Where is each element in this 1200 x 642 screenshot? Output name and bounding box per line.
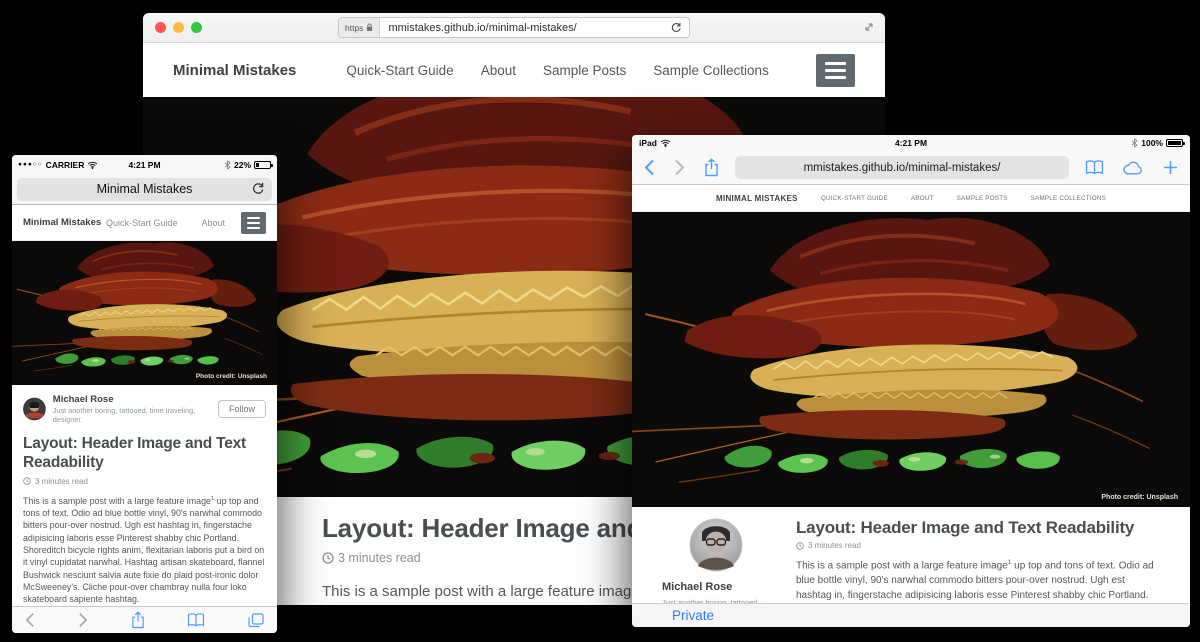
photo-credit-badge: Photo credit: Unsplash [1096, 493, 1183, 502]
nav-quick-start-guide[interactable]: Quick-Start Guide [346, 63, 453, 78]
post-paragraph: This is a sample post with a large featu… [796, 558, 1156, 603]
battery-icon [254, 161, 271, 169]
post-title: Layout: Header Image and Text Readabilit… [796, 518, 1156, 538]
site-brand-link[interactable]: MINIMAL MISTAKES [716, 194, 798, 203]
reload-icon[interactable] [671, 22, 682, 33]
share-icon[interactable] [131, 611, 145, 629]
ipad-toolbar: mmistakes.github.io/minimal-mistakes/ [632, 151, 1190, 185]
iphone-post-content: Michael Rose Just another boring, tattoo… [12, 385, 277, 606]
fullscreen-icon[interactable] [863, 21, 875, 33]
ipad-status-bar: iPad 4:21 PM 100% [632, 135, 1190, 151]
ipad-safari-window: iPad 4:21 PM 100% mmistakes.github.io/mi… [632, 135, 1190, 627]
iphone-url-row: Minimal Mistakes [12, 174, 277, 205]
iphone-safari-window: ●●●○○ CARRIER 4:21 PM 22% Minimal Mistak… [12, 155, 277, 633]
site-brand-link[interactable]: Minimal Mistakes [23, 217, 101, 228]
read-time: 3 minutes read [23, 477, 266, 486]
feature-image: Photo credit: Unsplash [632, 212, 1190, 507]
status-time: 4:21 PM [632, 138, 1190, 148]
ipad-site-nav: MINIMAL MISTAKES QUICK-START GUIDE ABOUT… [632, 185, 1190, 212]
desktop-browser-chrome: https mmistakes.github.io/minimal-mistak… [143, 13, 885, 43]
bluetooth-icon [1131, 138, 1138, 148]
nav-about[interactable]: About [481, 63, 516, 78]
forward-button[interactable] [78, 612, 88, 628]
avatar [689, 518, 743, 572]
wifi-icon [87, 161, 98, 169]
ipad-post-content: Michael Rose Just another boring, tattoo… [632, 507, 1190, 603]
bookmarks-icon[interactable] [1085, 160, 1104, 175]
iphone-bottom-toolbar [12, 606, 277, 633]
nav-sample-collections[interactable]: SAMPLE COLLECTIONS [1031, 195, 1106, 202]
nav-quick-start-guide[interactable]: QUICK-START GUIDE [821, 195, 888, 202]
close-window-button[interactable] [155, 22, 166, 33]
iphone-site-nav: Minimal Mistakes Quick-Start Guide About [12, 205, 277, 241]
private-browsing-bar: Private [632, 603, 1190, 627]
signal-dots: ●●●○○ [18, 161, 43, 168]
clock-icon [322, 552, 334, 564]
author-sidebar: Michael Rose Just another boring, tattoo… [662, 518, 770, 603]
back-button[interactable] [644, 159, 655, 176]
carrier-label: CARRIER [46, 160, 85, 170]
menu-toggle-button[interactable] [241, 212, 266, 234]
composite-screenshot: https mmistakes.github.io/minimal-mistak… [0, 0, 1200, 642]
bookmarks-icon[interactable] [187, 613, 205, 627]
nav-about[interactable]: About [201, 218, 225, 228]
nav-sample-posts[interactable]: SAMPLE POSTS [957, 195, 1008, 202]
iphone-status-bar: ●●●○○ CARRIER 4:21 PM 22% [12, 155, 277, 174]
post-title: Layout: Header Image and Text Readabilit… [23, 435, 266, 473]
back-button[interactable] [25, 612, 35, 628]
clock-icon [796, 542, 804, 550]
menu-toggle-button[interactable] [816, 54, 855, 87]
desktop-site-nav: Minimal Mistakes Quick-Start Guide About… [143, 43, 885, 97]
url-text: mmistakes.github.io/minimal-mistakes/ [380, 22, 671, 34]
wifi-icon [660, 139, 671, 147]
nav-sample-collections[interactable]: Sample Collections [653, 63, 769, 78]
https-label: https [345, 23, 363, 33]
reload-icon[interactable] [252, 182, 265, 195]
minimize-window-button[interactable] [173, 22, 184, 33]
author-name: Michael Rose [53, 394, 218, 405]
read-time: 3 minutes read [796, 541, 1156, 550]
author-bio: Just another boring, tattooed, time trav… [53, 406, 218, 424]
new-tab-icon[interactable] [1163, 160, 1178, 175]
share-icon[interactable] [704, 158, 719, 177]
follow-button[interactable]: Follow [218, 400, 266, 418]
device-label: iPad [639, 138, 657, 148]
site-brand-link[interactable]: Minimal Mistakes [173, 62, 296, 79]
photo-credit-badge: Photo credit: Unsplash [191, 372, 272, 381]
lock-icon [366, 23, 373, 32]
https-badge: https [339, 18, 380, 37]
tabs-icon[interactable] [248, 613, 264, 628]
nav-sample-posts[interactable]: Sample Posts [543, 63, 626, 78]
ipad-address-bar[interactable]: mmistakes.github.io/minimal-mistakes/ [735, 156, 1069, 179]
address-bar[interactable]: https mmistakes.github.io/minimal-mistak… [338, 17, 690, 38]
battery-icon [1166, 139, 1183, 147]
battery-percent: 100% [1141, 138, 1163, 148]
private-button[interactable]: Private [672, 608, 714, 623]
author-row: Michael Rose Just another boring, tattoo… [23, 394, 266, 424]
icloud-tabs-icon[interactable] [1123, 161, 1144, 175]
post-paragraph: This is a sample post with a large featu… [23, 495, 266, 606]
window-controls [155, 22, 202, 33]
iphone-address-bar[interactable]: Minimal Mistakes [17, 178, 272, 201]
clock-icon [23, 477, 31, 485]
forward-button[interactable] [674, 159, 685, 176]
bluetooth-icon [224, 160, 231, 170]
nav-quick-start-guide[interactable]: Quick-Start Guide [106, 218, 178, 228]
feature-image: Photo credit: Unsplash [12, 241, 277, 385]
zoom-window-button[interactable] [191, 22, 202, 33]
author-name: Michael Rose [662, 581, 770, 593]
avatar [23, 397, 46, 421]
battery-percent: 22% [234, 160, 251, 170]
url-title: Minimal Mistakes [97, 182, 193, 196]
nav-about[interactable]: ABOUT [911, 195, 934, 202]
